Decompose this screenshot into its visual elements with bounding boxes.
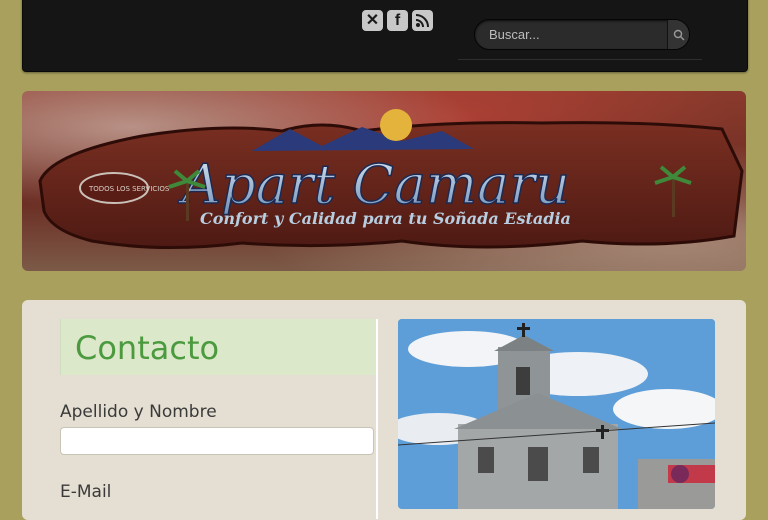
x-icon[interactable]: ✕ [362, 10, 383, 31]
name-field[interactable] [60, 427, 374, 455]
services-badge-text: TODOS LOS SERVICIOS [88, 185, 170, 193]
social-links: ✕ f [362, 10, 433, 31]
rss-glyph [415, 14, 429, 28]
hero-banner: Apart Camaru Confort y Calidad para tu S… [22, 91, 746, 271]
banner-sign: Apart Camaru Confort y Calidad para tu S… [38, 109, 744, 250]
search-input[interactable] [475, 19, 667, 50]
page-title: Contacto [75, 329, 220, 367]
search-box [474, 19, 690, 50]
search-icon [673, 29, 684, 40]
column-divider [376, 319, 378, 519]
email-label: E-Mail [60, 482, 112, 502]
contact-heading-box: Contacto [60, 319, 377, 375]
facebook-icon[interactable]: f [387, 10, 408, 31]
sun-graphic [380, 109, 412, 141]
name-label: Apellido y Nombre [60, 402, 217, 422]
banner-tagline: Confort y Calidad para tu Soñada Estadia [200, 209, 571, 228]
header-divider [458, 59, 702, 60]
rss-icon[interactable] [412, 10, 433, 31]
church-photo [398, 319, 715, 509]
church-image [398, 319, 715, 509]
search-button[interactable] [667, 20, 689, 49]
banner-title: Apart Camaru [177, 153, 570, 216]
